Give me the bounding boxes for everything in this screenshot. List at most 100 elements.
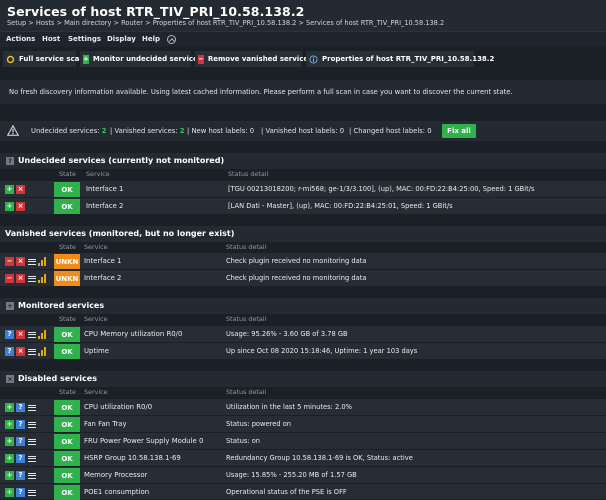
disable-service-button[interactable]: × [16, 185, 25, 194]
full-scan-button[interactable]: Full service scan [3, 51, 84, 67]
table-row: + ? OK CPU utilization R0/0 Utilization … [0, 399, 606, 416]
menu-help[interactable]: Help [142, 35, 160, 43]
parameters-icon[interactable] [27, 454, 36, 463]
column-service: Service [84, 243, 108, 251]
remove-vanished-label: Remove vanished services [207, 55, 313, 63]
table-row: + × OK Interface 1 [TGU 00213018200; r-m… [0, 181, 606, 198]
status-detail: Check plugin received no monitoring data [226, 274, 367, 282]
column-service: Service [84, 388, 108, 396]
column-detail: Status detail [228, 170, 269, 178]
menu-settings[interactable]: Settings [68, 35, 101, 43]
monitor-service-button[interactable]: + [5, 488, 14, 497]
disable-service-button[interactable]: × [16, 347, 25, 356]
parameters-icon[interactable] [27, 330, 36, 339]
undecided-column-header: State Service Status detail [0, 169, 606, 181]
parameters-icon[interactable] [27, 403, 36, 412]
undecided-section-header[interactable]: ? Undecided services (currently not moni… [0, 153, 606, 169]
disable-service-button[interactable]: × [16, 257, 25, 266]
host-properties-button[interactable]: Properties of host RTR_TIV_PRI_10.58.138… [306, 51, 494, 67]
parameters-icon[interactable] [27, 488, 36, 497]
table-row: ? × OK CPU Memory utilization R0/0 Usage… [0, 326, 606, 343]
move-to-undecided-button[interactable]: ? [16, 454, 25, 463]
monitored-section-title: Monitored services [18, 301, 105, 310]
vanished-count: | Vanished services: 2 [110, 127, 185, 135]
monitor-service-button[interactable]: + [5, 185, 14, 194]
disabled-column-header: State Service Status detail [0, 387, 606, 399]
parameters-icon[interactable] [27, 471, 36, 480]
move-to-undecided-button[interactable]: ? [5, 347, 14, 356]
state-badge: OK [54, 485, 80, 500]
column-service: Service [84, 315, 108, 323]
move-to-undecided-button[interactable]: ? [16, 471, 25, 480]
service-name: CPU utilization R0/0 [84, 403, 153, 411]
table-row: + ? OK Fan Fan Tray Status: powered on [0, 416, 606, 433]
monitor-service-button[interactable]: + [5, 454, 14, 463]
table-row: − × UNKN Interface 1 Check plugin receiv… [0, 253, 606, 270]
state-badge: OK [54, 451, 80, 466]
service-name: FRU Power Power Supply Module 0 [84, 437, 204, 445]
monitored-section-header[interactable]: + Monitored services [0, 298, 606, 314]
monitor-undecided-label: Monitor undecided services [92, 55, 202, 63]
changed-labels-count: | Changed host labels: 0 [349, 127, 432, 135]
refresh-icon [6, 55, 15, 64]
breadcrumb[interactable]: Setup > Hosts > Main directory > Router … [7, 19, 444, 27]
column-detail: Status detail [226, 243, 267, 251]
move-to-undecided-button[interactable]: ? [16, 488, 25, 497]
undecided-count: Undecided services: 2 [31, 127, 107, 135]
parameters-icon[interactable] [27, 347, 36, 356]
move-to-undecided-button[interactable]: ? [16, 420, 25, 429]
service-name: POE1 consumption [84, 488, 150, 496]
status-detail: Up since Oct 08 2020 15:18:46, Uptime: 1… [226, 347, 418, 355]
disable-service-button[interactable]: × [16, 202, 25, 211]
table-row: + ? OK POE1 consumption Operational stat… [0, 484, 606, 500]
disable-service-button[interactable]: × [16, 330, 25, 339]
remove-service-button[interactable]: − [5, 257, 14, 266]
menu-bar: Actions Host Settings Display Help [0, 31, 606, 47]
monitor-service-button[interactable]: + [5, 471, 14, 480]
parameters-icon[interactable] [27, 420, 36, 429]
disabled-section-header[interactable]: × Disabled services [0, 371, 606, 387]
perfgraph-icon[interactable] [38, 347, 47, 356]
monitor-service-button[interactable]: + [5, 437, 14, 446]
menu-display[interactable]: Display [107, 35, 136, 43]
service-name: Interface 2 [86, 202, 124, 210]
disable-service-button[interactable]: × [16, 274, 25, 283]
state-badge: UNKN [54, 254, 80, 269]
monitor-service-button[interactable]: + [5, 420, 14, 429]
move-to-undecided-button[interactable]: ? [5, 330, 14, 339]
collapse-menu-icon[interactable] [167, 35, 176, 44]
move-to-undecided-button[interactable]: ? [16, 403, 25, 412]
parameters-icon[interactable] [27, 257, 36, 266]
perfgraph-icon[interactable] [38, 274, 47, 283]
info-message-text: No fresh discovery information available… [9, 88, 513, 96]
info-message: No fresh discovery information available… [0, 80, 606, 104]
state-badge: OK [54, 400, 80, 415]
toolbar: Full service scan + Monitor undecided se… [0, 48, 606, 70]
vanished-labels-count: | Vanished host labels: 0 [261, 127, 345, 135]
perfgraph-icon[interactable] [38, 257, 47, 266]
remove-service-button[interactable]: − [5, 274, 14, 283]
monitor-service-button[interactable]: + [5, 202, 14, 211]
question-icon: ? [6, 157, 14, 165]
menu-host[interactable]: Host [42, 35, 60, 43]
status-detail: [TGU 00213018200; r-mi568; ge-1/3/3.100]… [228, 185, 535, 193]
plus-icon: + [6, 302, 14, 310]
monitor-service-button[interactable]: + [5, 403, 14, 412]
remove-vanished-button[interactable]: − Remove vanished services [195, 51, 312, 67]
undecided-section-title: Undecided services (currently not monito… [18, 156, 225, 165]
service-name: Memory Processor [84, 471, 148, 479]
status-detail: Check plugin received no monitoring data [226, 257, 367, 265]
state-badge: OK [54, 199, 80, 214]
move-to-undecided-button[interactable]: ? [16, 437, 25, 446]
monitor-undecided-button[interactable]: + Monitor undecided services [80, 51, 202, 67]
table-row: + ? OK Memory Processor Usage: 15.85% - … [0, 467, 606, 484]
service-name: Interface 2 [84, 274, 122, 282]
state-badge: UNKN [54, 271, 80, 286]
vanished-section-header[interactable]: Vanished services (monitored, but no lon… [0, 226, 606, 242]
perfgraph-icon[interactable] [38, 330, 47, 339]
parameters-icon[interactable] [27, 437, 36, 446]
parameters-icon[interactable] [27, 274, 36, 283]
service-name: Uptime [84, 347, 109, 355]
menu-actions[interactable]: Actions [6, 35, 35, 43]
fix-all-button[interactable]: Fix all [442, 124, 476, 138]
